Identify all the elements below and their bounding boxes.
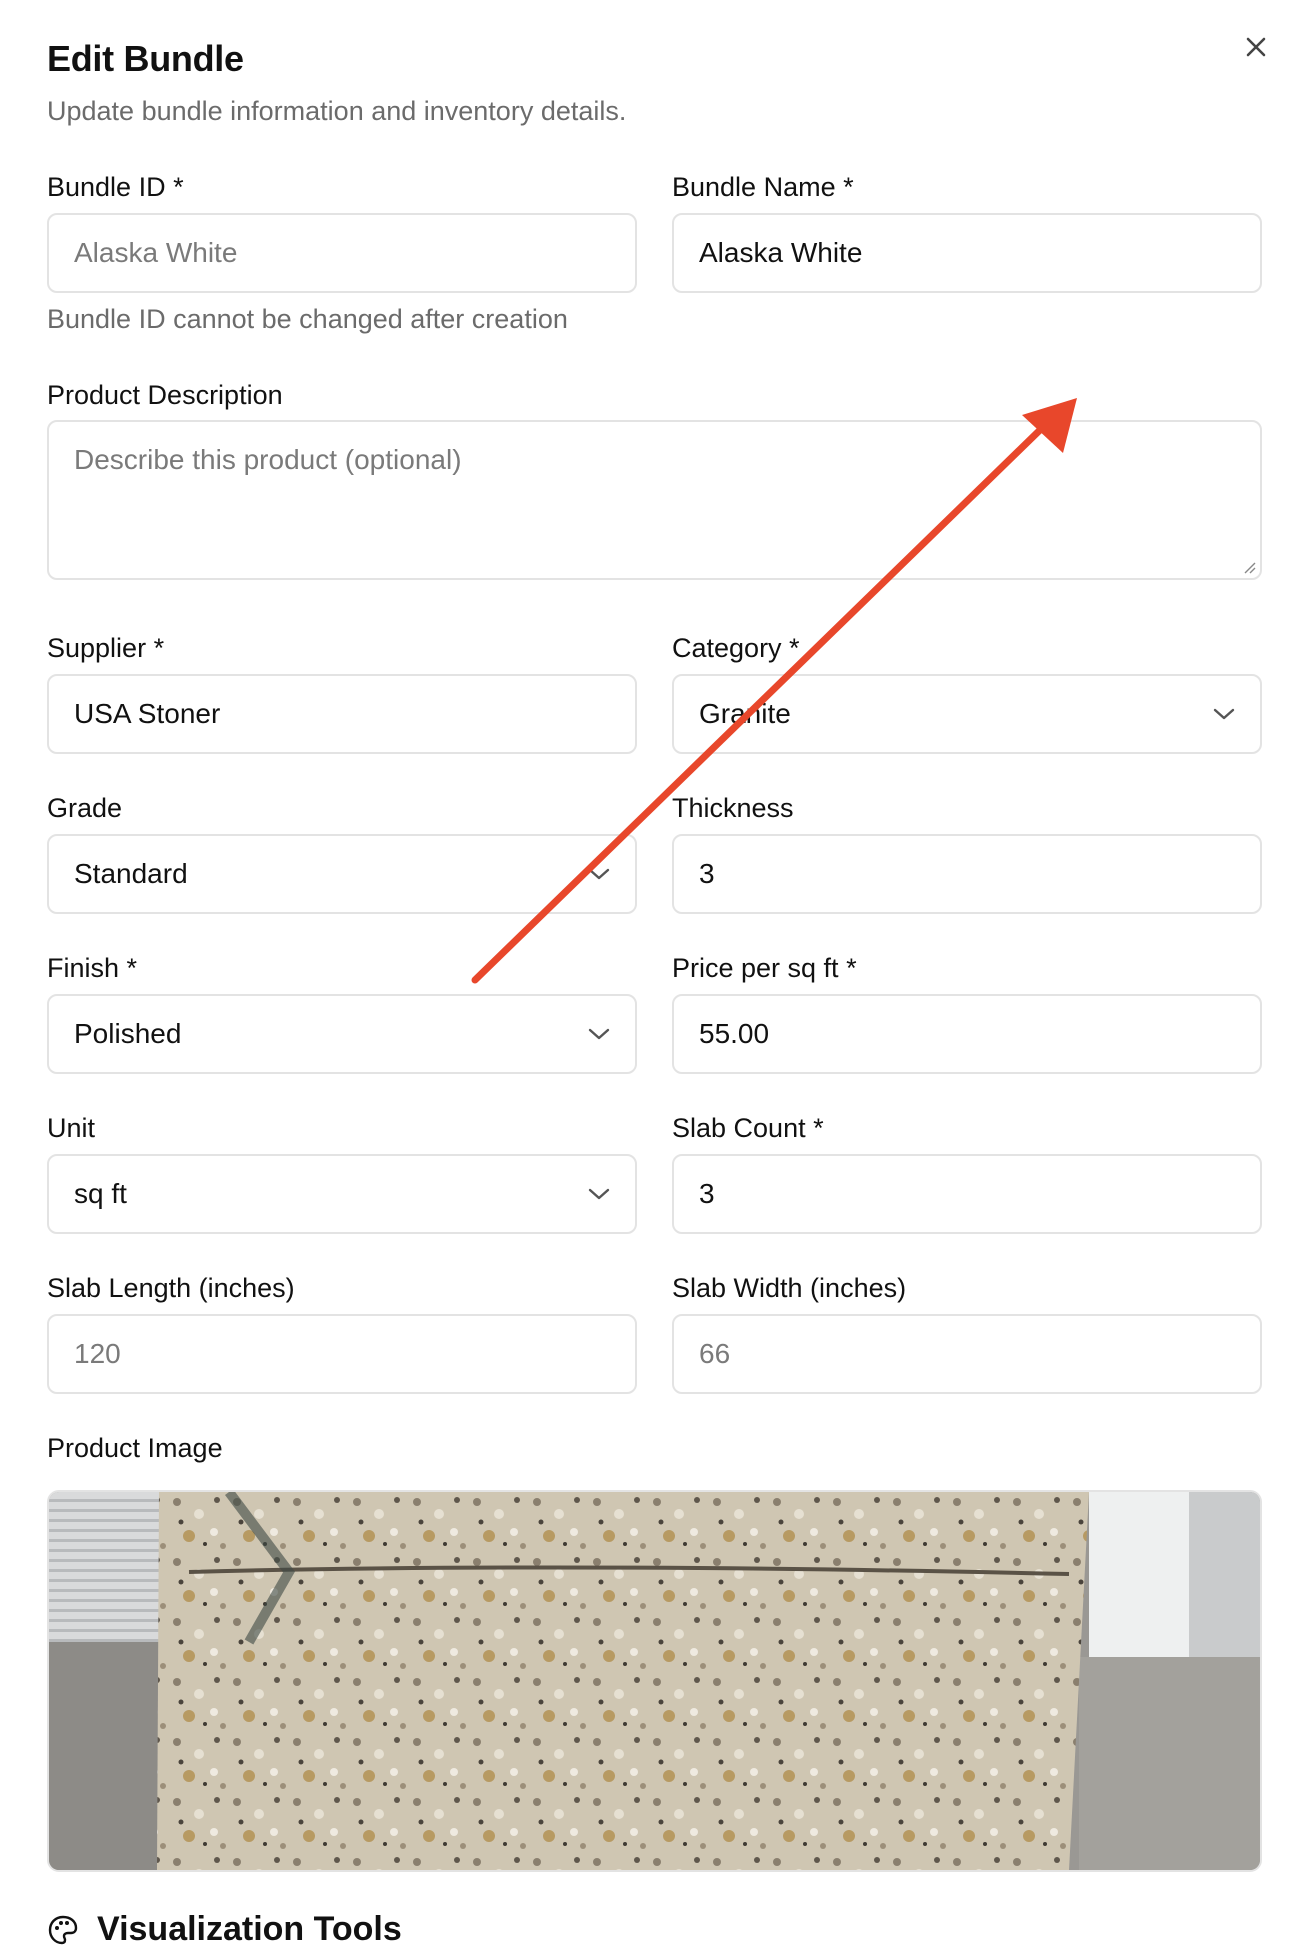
unit-label: Unit <box>47 1113 96 1143</box>
visualization-tools-label: Visualization Tools <box>97 1910 402 1948</box>
finish-value: Polished <box>74 1018 182 1049</box>
slab-count-field[interactable]: 3 <box>672 1154 1262 1234</box>
category-select[interactable]: Granite <box>672 674 1262 754</box>
product-image[interactable] <box>47 1490 1262 1872</box>
supplier-field[interactable]: USA Stoner <box>47 674 637 754</box>
grade-select[interactable]: Standard <box>47 834 637 914</box>
bundle-name-label: Bundle Name * <box>672 172 854 202</box>
slab-length-field[interactable]: 120 <box>47 1314 637 1394</box>
dialog-subtitle: Update bundle information and inventory … <box>47 96 627 126</box>
close-button[interactable] <box>1235 26 1277 68</box>
bundle-name-field[interactable]: Alaska White <box>672 213 1262 293</box>
supplier-label: Supplier * <box>47 633 165 663</box>
product-image-label: Product Image <box>47 1433 223 1463</box>
granite-slab-photo <box>49 1492 1260 1870</box>
resize-grip-icon[interactable] <box>1240 558 1256 574</box>
chevron-down-icon <box>1213 708 1235 720</box>
price-field[interactable]: 55.00 <box>672 994 1262 1074</box>
description-textarea[interactable]: Describe this product (optional) <box>47 420 1262 580</box>
bundle-id-label: Bundle ID * <box>47 172 184 202</box>
description-placeholder: Describe this product (optional) <box>74 444 462 475</box>
edit-bundle-dialog: Edit Bundle Update bundle information an… <box>0 0 1306 1956</box>
chevron-down-icon <box>588 1028 610 1040</box>
thickness-field[interactable]: 3 <box>672 834 1262 914</box>
palette-icon <box>48 1915 78 1944</box>
unit-select[interactable]: sq ft <box>47 1154 637 1234</box>
thickness-label: Thickness <box>672 793 794 823</box>
slab-count-label: Slab Count * <box>672 1113 824 1143</box>
grade-value: Standard <box>74 858 188 889</box>
visualization-tools-header[interactable]: Visualization Tools <box>47 1910 402 1949</box>
finish-label: Finish * <box>47 953 138 983</box>
bundle-id-help: Bundle ID cannot be changed after creati… <box>47 304 568 334</box>
category-value: Granite <box>699 698 791 729</box>
bundle-id-field[interactable]: Alaska White <box>47 213 637 293</box>
supplier-value: USA Stoner <box>74 698 221 729</box>
grade-label: Grade <box>47 793 123 823</box>
dialog-title: Edit Bundle <box>47 38 244 79</box>
slab-length-label: Slab Length (inches) <box>47 1273 295 1303</box>
close-icon <box>1246 37 1266 57</box>
description-label: Product Description <box>47 380 283 410</box>
slab-width-label: Slab Width (inches) <box>672 1273 907 1303</box>
chevron-down-icon <box>588 1188 610 1200</box>
category-label: Category * <box>672 633 800 663</box>
finish-select[interactable]: Polished <box>47 994 637 1074</box>
price-label: Price per sq ft * <box>672 953 857 983</box>
slab-width-field[interactable]: 66 <box>672 1314 1262 1394</box>
unit-value: sq ft <box>74 1178 127 1209</box>
chevron-down-icon <box>588 868 610 880</box>
